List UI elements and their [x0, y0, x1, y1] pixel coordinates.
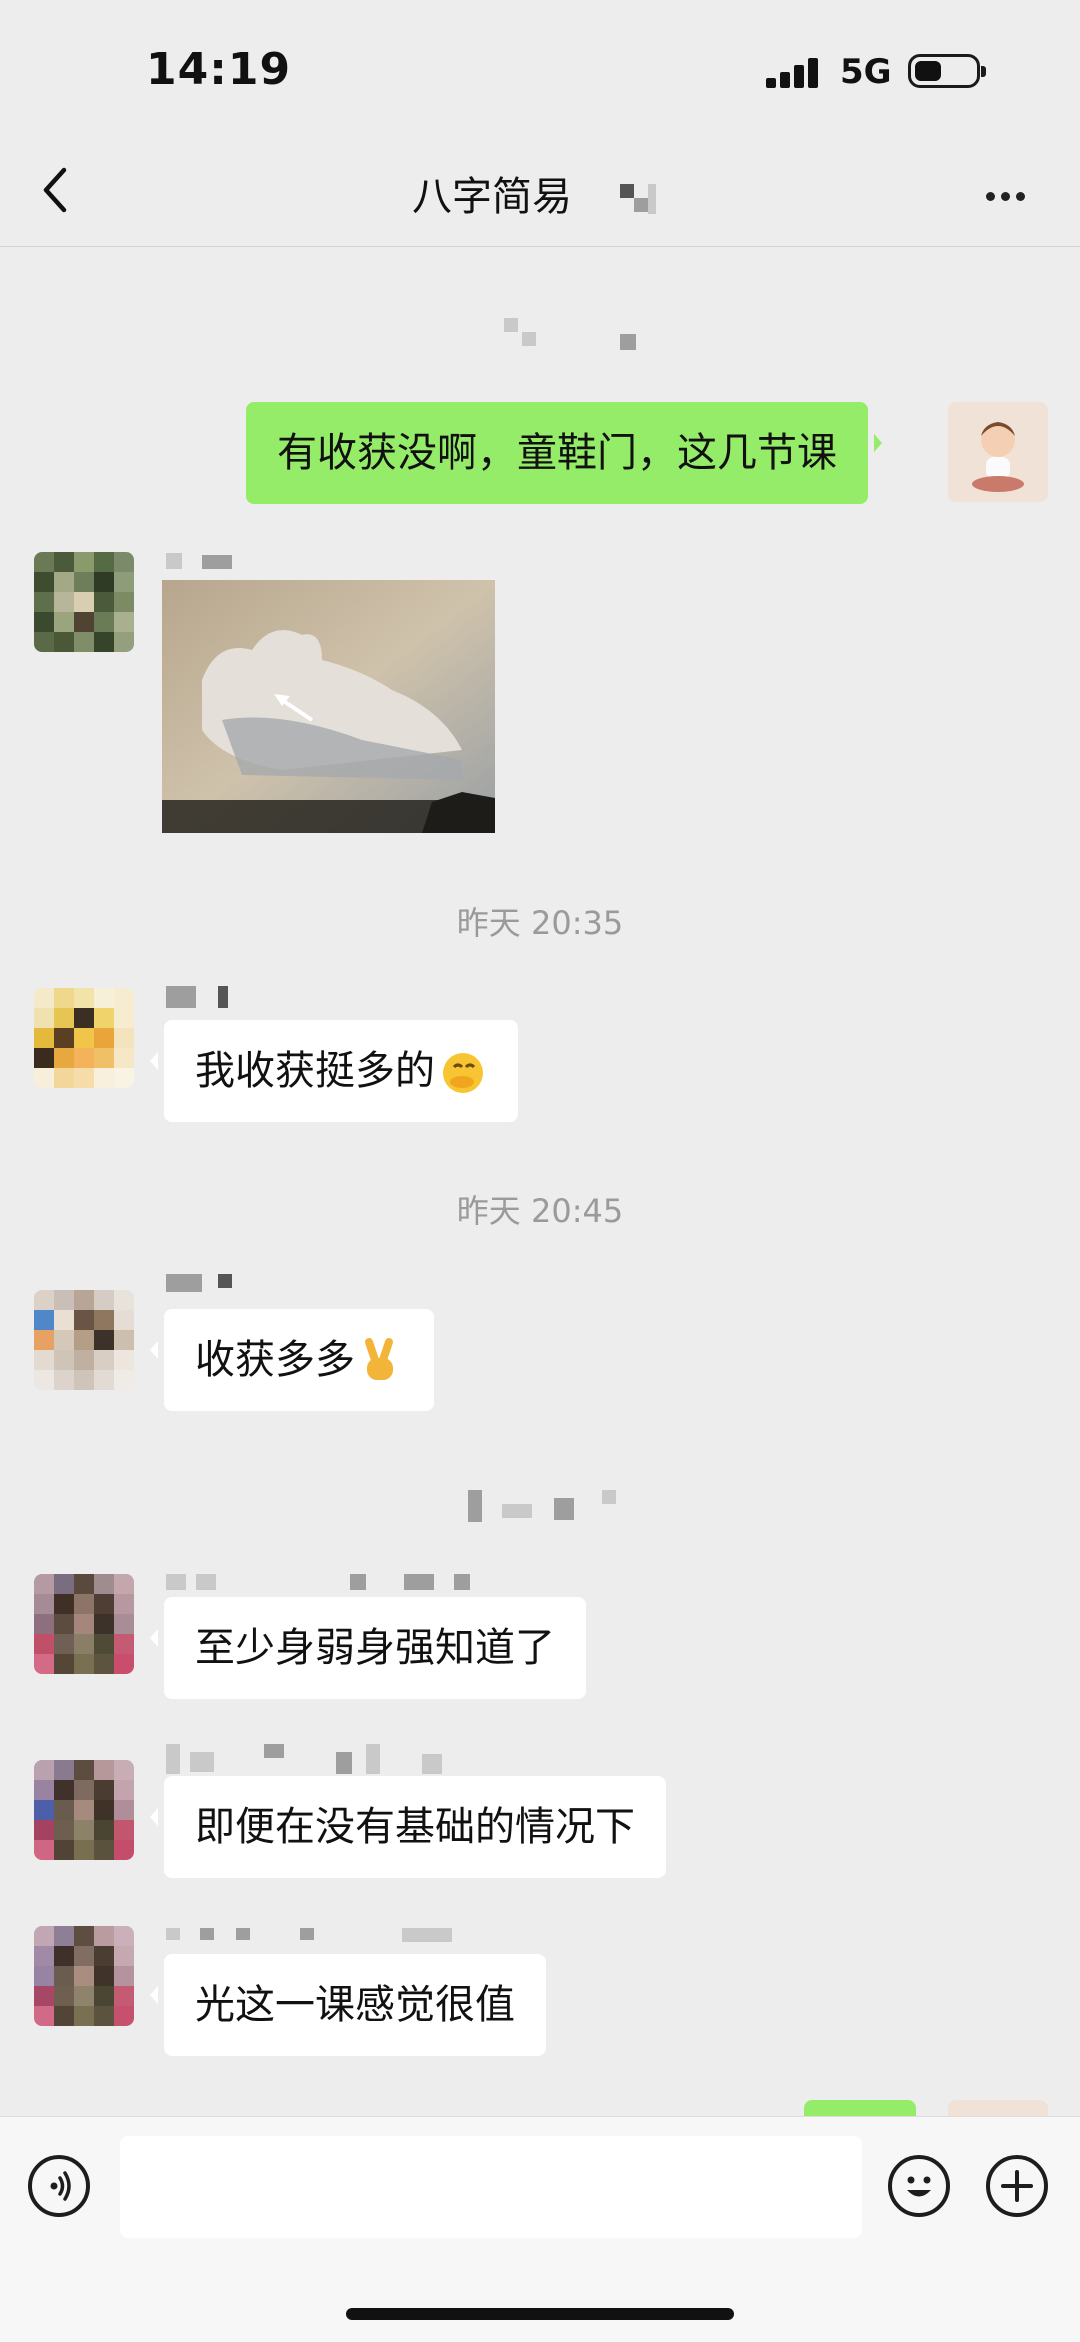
avatar-contact[interactable]: [34, 552, 134, 652]
more-dots-icon[interactable]: [986, 186, 1031, 205]
message-bubble-incoming[interactable]: 至少身弱身强知道了: [150, 1597, 586, 1699]
message-bubble-incoming[interactable]: 收获多多: [150, 1309, 434, 1411]
message-bubble-incoming[interactable]: 即便在没有基础的情况下: [150, 1776, 666, 1878]
image-message[interactable]: [162, 580, 495, 833]
chevron-left-icon[interactable]: [36, 160, 86, 220]
victory-hand-emoji-icon: [365, 1338, 393, 1380]
voice-icon[interactable]: [28, 2155, 90, 2217]
avatar-self[interactable]: [948, 402, 1048, 502]
status-time: 14:19: [146, 44, 292, 95]
redacted-sender-name: [166, 1274, 246, 1294]
message-text: 我收获挺多的: [195, 1048, 435, 1094]
message-bubble-outgoing-partial[interactable]: [804, 2100, 916, 2116]
redacted-sender-name: [166, 1574, 476, 1594]
emoji-icon[interactable]: [888, 2155, 950, 2217]
avatar-contact[interactable]: [34, 988, 134, 1088]
message-bubble-incoming[interactable]: 光这一课感觉很值: [150, 1954, 546, 2056]
redacted-title-mosaic: [620, 184, 662, 224]
redacted-sender-name: [166, 1926, 476, 1946]
avatar-self[interactable]: [948, 2100, 1048, 2116]
redacted-timestamp: [500, 318, 640, 358]
plus-icon[interactable]: [986, 2155, 1048, 2217]
time-separator: 昨天 20:45: [456, 1192, 624, 1230]
avatar-contact[interactable]: [34, 1926, 134, 2026]
message-text: 收获多多: [195, 1337, 355, 1383]
redacted-system-message: [468, 1490, 618, 1524]
battery-icon: [908, 54, 986, 88]
message-bubble-incoming[interactable]: 我收获挺多的: [150, 1020, 518, 1122]
home-indicator[interactable]: [346, 2308, 734, 2320]
avatar-contact[interactable]: [34, 1290, 134, 1390]
cellular-signal-icon: [766, 58, 818, 88]
network-type: 5G: [840, 52, 892, 92]
time-separator: 昨天 20:35: [456, 904, 624, 942]
avatar-contact[interactable]: [34, 1574, 134, 1674]
chat-title: 八字简易: [412, 174, 572, 220]
message-input[interactable]: [120, 2136, 862, 2238]
message-bubble-outgoing[interactable]: 有收获没啊，童鞋门，这几节课: [246, 402, 882, 504]
face-hand-over-mouth-emoji-icon: [443, 1053, 483, 1093]
redacted-sender-name: [166, 986, 246, 1010]
redacted-sender-name: [166, 553, 246, 573]
redacted-sender-name: [166, 1744, 476, 1780]
avatar-contact[interactable]: [34, 1760, 134, 1860]
